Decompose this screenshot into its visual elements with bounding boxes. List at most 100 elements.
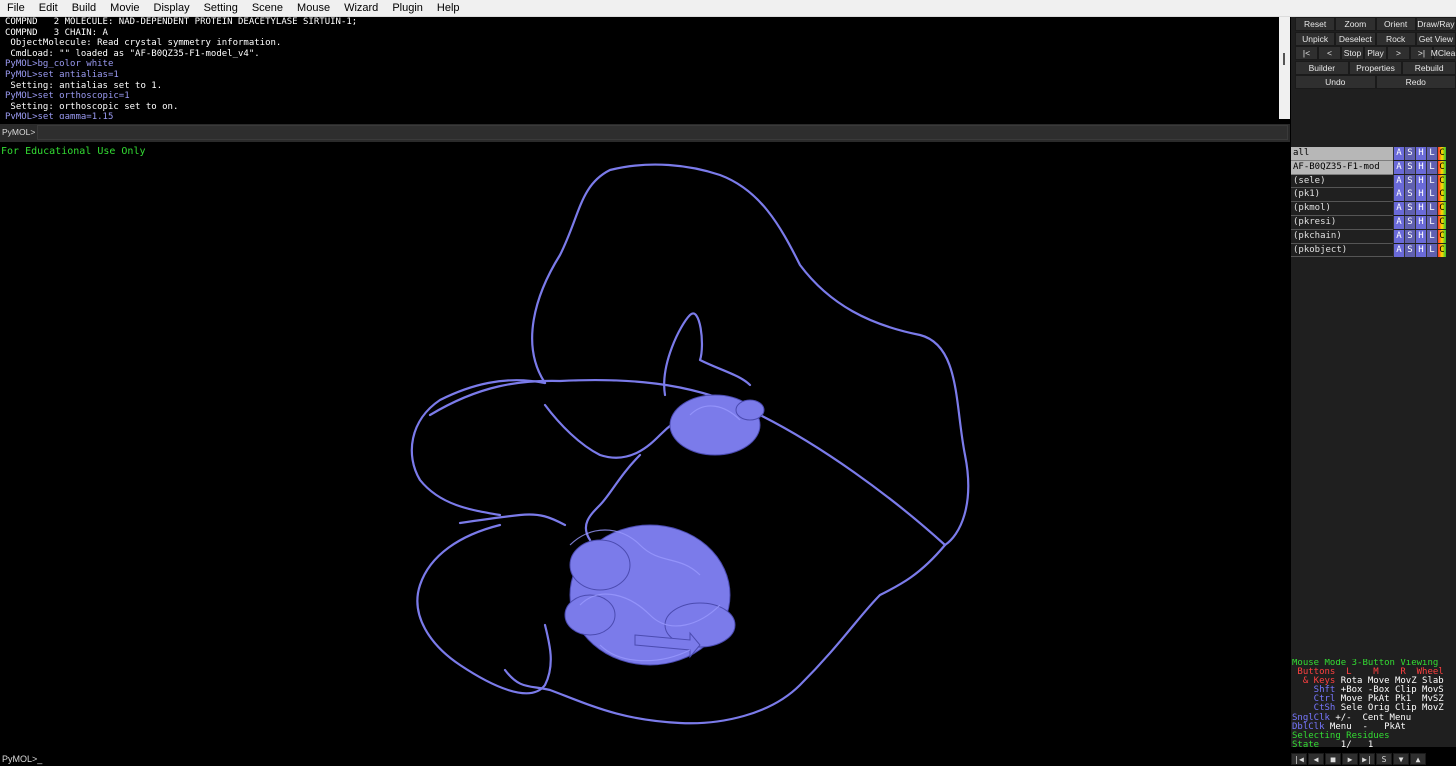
object-name[interactable]: (pk1) [1291, 188, 1393, 203]
state-button[interactable]: ■ [1325, 753, 1341, 765]
state-button[interactable]: ▶| [1359, 753, 1375, 765]
object-h-button[interactable]: H [1415, 215, 1426, 229]
deselect-button[interactable]: Deselect [1335, 31, 1376, 46]
redo-button[interactable]: Redo [1375, 75, 1456, 89]
undo-button[interactable]: Undo [1295, 75, 1376, 89]
object-name[interactable]: (pkobject) [1291, 243, 1393, 258]
object-c-button[interactable]: C [1437, 160, 1446, 174]
object-c-button[interactable]: C [1437, 147, 1446, 160]
object-name[interactable]: all [1291, 147, 1393, 161]
menu-scene[interactable]: Scene [245, 0, 290, 16]
object-s-button[interactable]: S [1404, 188, 1415, 202]
object-c-button[interactable]: C [1437, 188, 1446, 202]
object-l-button[interactable]: L [1426, 243, 1437, 257]
object-name[interactable]: (pkresi) [1291, 215, 1393, 230]
builder-button[interactable]: Builder [1295, 60, 1349, 75]
object-l-button[interactable]: L [1426, 160, 1437, 174]
unpick-button[interactable]: Unpick [1295, 31, 1336, 46]
--button[interactable]: < [1318, 46, 1341, 60]
menu-build[interactable]: Build [65, 0, 103, 16]
object-a-button[interactable]: A [1393, 202, 1404, 216]
object-s-button[interactable]: S [1404, 229, 1415, 243]
object-h-button[interactable]: H [1415, 202, 1426, 216]
object-h-button[interactable]: H [1415, 188, 1426, 202]
state-button[interactable]: ▲ [1410, 753, 1426, 765]
object-c-button[interactable]: C [1437, 174, 1446, 188]
object-a-button[interactable]: A [1393, 174, 1404, 188]
object-a-button[interactable]: A [1393, 160, 1404, 174]
object-name[interactable]: (sele) [1291, 174, 1393, 189]
orient-button[interactable]: Orient [1375, 17, 1416, 31]
mclear-button[interactable]: MClear [1431, 46, 1456, 60]
object-row[interactable]: (sele) A S H L C [1291, 174, 1456, 189]
menu-movie[interactable]: Movie [103, 0, 146, 16]
object-a-button[interactable]: A [1393, 215, 1404, 229]
menu-file[interactable]: File [0, 0, 32, 16]
--button[interactable]: > [1387, 46, 1410, 60]
object-row[interactable]: (pk1) A S H L C [1291, 188, 1456, 203]
menu-help[interactable]: Help [430, 0, 467, 16]
molecule-viewer[interactable] [0, 145, 1290, 752]
object-row[interactable]: (pkmol) A S H L C [1291, 202, 1456, 216]
menu-setting[interactable]: Setting [197, 0, 245, 16]
object-s-button[interactable]: S [1404, 160, 1415, 174]
object-s-button[interactable]: S [1404, 215, 1415, 229]
play-button[interactable]: Play [1364, 46, 1387, 60]
command-input[interactable] [37, 125, 1288, 140]
object-h-button[interactable]: H [1415, 243, 1426, 257]
bottom-command-line[interactable]: PyMOL>_ [0, 752, 1290, 766]
log-scrollbar[interactable] [1279, 17, 1290, 119]
object-h-button[interactable]: H [1415, 160, 1426, 174]
state-button[interactable]: ◀ [1308, 753, 1324, 765]
object-c-button[interactable]: C [1437, 202, 1446, 216]
menu-mouse[interactable]: Mouse [290, 0, 337, 16]
object-row[interactable]: (pkchain) A S H L C [1291, 229, 1456, 244]
object-l-button[interactable]: L [1426, 147, 1437, 160]
menu-edit[interactable]: Edit [32, 0, 65, 16]
object-c-button[interactable]: C [1437, 243, 1446, 257]
object-h-button[interactable]: H [1415, 174, 1426, 188]
state-button[interactable]: |◀ [1291, 753, 1307, 765]
object-s-button[interactable]: S [1404, 202, 1415, 216]
object-l-button[interactable]: L [1426, 215, 1437, 229]
object-a-button[interactable]: A [1393, 229, 1404, 243]
object-c-button[interactable]: C [1437, 215, 1446, 229]
--button[interactable]: >| [1410, 46, 1433, 60]
object-row[interactable]: (pkobject) A S H L C [1291, 243, 1456, 258]
state-button[interactable]: ▼ [1393, 753, 1409, 765]
menu-wizard[interactable]: Wizard [337, 0, 385, 16]
rebuild-button[interactable]: Rebuild [1402, 60, 1456, 75]
object-c-button[interactable]: C [1437, 229, 1446, 243]
object-row[interactable]: all A S H L C [1291, 147, 1456, 161]
object-row[interactable]: AF-B0QZ35-F1-mod A S H L C [1291, 160, 1456, 175]
state-button[interactable]: S [1376, 753, 1392, 765]
object-a-button[interactable]: A [1393, 243, 1404, 257]
object-l-button[interactable]: L [1426, 188, 1437, 202]
object-row[interactable]: (pkresi) A S H L C [1291, 215, 1456, 230]
object-name[interactable]: (pkchain) [1291, 229, 1393, 244]
object-s-button[interactable]: S [1404, 243, 1415, 257]
object-h-button[interactable]: H [1415, 229, 1426, 243]
object-a-button[interactable]: A [1393, 188, 1404, 202]
object-name[interactable]: AF-B0QZ35-F1-mod [1291, 160, 1393, 175]
scrollbar-thumb[interactable] [1283, 53, 1285, 65]
stop-button[interactable]: Stop [1341, 46, 1364, 60]
protein-cartoon[interactable] [0, 145, 1290, 752]
get-view-button[interactable]: Get View [1415, 31, 1456, 46]
zoom-button[interactable]: Zoom [1335, 17, 1376, 31]
object-s-button[interactable]: S [1404, 174, 1415, 188]
state-button[interactable]: ▶ [1342, 753, 1358, 765]
object-l-button[interactable]: L [1426, 174, 1437, 188]
object-a-button[interactable]: A [1393, 147, 1404, 160]
object-name[interactable]: (pkmol) [1291, 202, 1393, 216]
--button[interactable]: |< [1295, 46, 1318, 60]
properties-button[interactable]: Properties [1348, 60, 1403, 75]
object-h-button[interactable]: H [1415, 147, 1426, 160]
object-l-button[interactable]: L [1426, 202, 1437, 216]
object-l-button[interactable]: L [1426, 229, 1437, 243]
menu-plugin[interactable]: Plugin [385, 0, 430, 16]
draw-ray-button[interactable]: Draw/Ray [1415, 17, 1456, 31]
rock-button[interactable]: Rock [1375, 31, 1416, 46]
menu-display[interactable]: Display [147, 0, 197, 16]
object-s-button[interactable]: S [1404, 147, 1415, 160]
